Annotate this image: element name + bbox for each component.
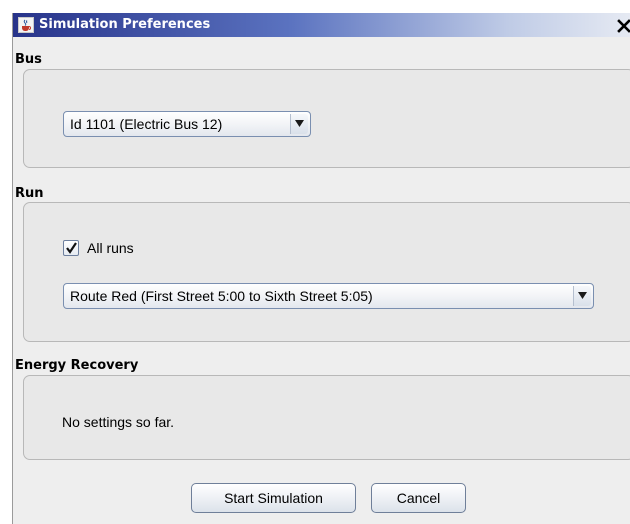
- energy-recovery-message: No settings so far.: [62, 414, 175, 430]
- all-runs-label: All runs: [87, 240, 134, 256]
- bus-select[interactable]: Id 1101 (Electric Bus 12): [63, 111, 311, 137]
- bus-section-label: Bus: [15, 52, 42, 67]
- energy-recovery-section-label: Energy Recovery: [15, 358, 139, 373]
- simulation-preferences-window: Simulation Preferences Bus Id 1101 (Elec…: [12, 13, 630, 524]
- run-select[interactable]: Route Red (First Street 5:00 to Sixth St…: [63, 283, 594, 309]
- start-simulation-button[interactable]: Start Simulation: [191, 483, 356, 513]
- cancel-button[interactable]: Cancel: [371, 483, 466, 513]
- chevron-down-icon[interactable]: [290, 114, 308, 134]
- run-select-value: Route Red (First Street 5:00 to Sixth St…: [70, 288, 373, 304]
- close-icon[interactable]: [614, 14, 630, 36]
- bus-select-value: Id 1101 (Electric Bus 12): [70, 116, 223, 132]
- java-cup-icon: [18, 17, 34, 33]
- run-panel: [23, 202, 630, 342]
- chevron-down-icon[interactable]: [573, 286, 591, 306]
- title-bar[interactable]: Simulation Preferences: [13, 13, 630, 37]
- window-title: Simulation Preferences: [39, 17, 211, 32]
- run-section-label: Run: [15, 186, 44, 201]
- all-runs-checkbox[interactable]: [63, 240, 79, 256]
